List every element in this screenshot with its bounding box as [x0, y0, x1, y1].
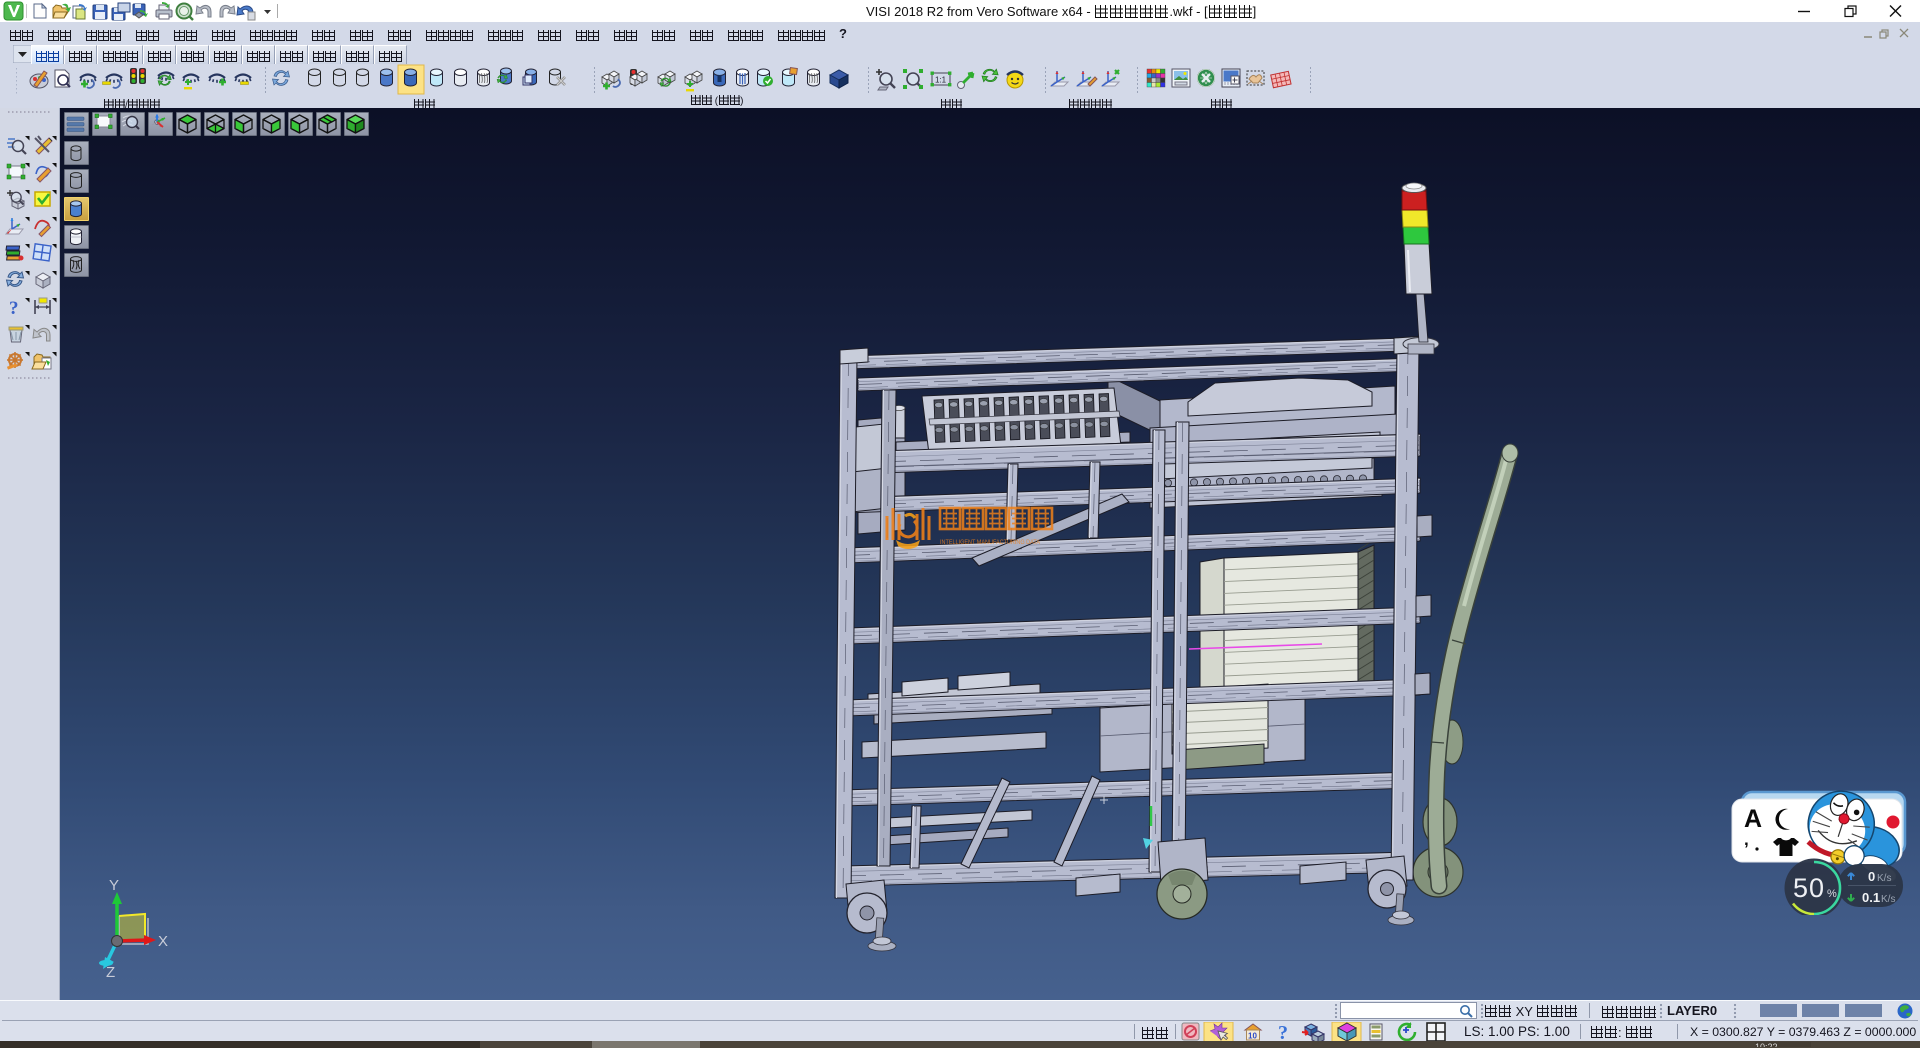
svg-text:X: X — [158, 933, 168, 950]
svg-text:Z: Z — [106, 964, 115, 981]
svg-text:K/s: K/s — [1877, 873, 1891, 884]
svg-text:50: 50 — [1793, 873, 1825, 903]
svg-text:INTELLIGENT MANUFACTURING DATA: INTELLIGENT MANUFACTURING DATA — [940, 539, 1041, 546]
svg-text:K/s: K/s — [1881, 894, 1895, 905]
svg-text:?: ? — [1278, 1022, 1288, 1043]
svg-text:,: , — [1744, 830, 1749, 849]
svg-text:?: ? — [9, 298, 19, 319]
svg-text:A: A — [1744, 805, 1762, 833]
svg-text:0: 0 — [1868, 869, 1875, 884]
svg-text:10: 10 — [1248, 1032, 1257, 1041]
svg-text:0.1: 0.1 — [1862, 890, 1880, 905]
svg-text:Y: Y — [109, 877, 119, 894]
svg-text:%: % — [1827, 888, 1837, 900]
svg-text:1:1: 1:1 — [935, 76, 947, 85]
